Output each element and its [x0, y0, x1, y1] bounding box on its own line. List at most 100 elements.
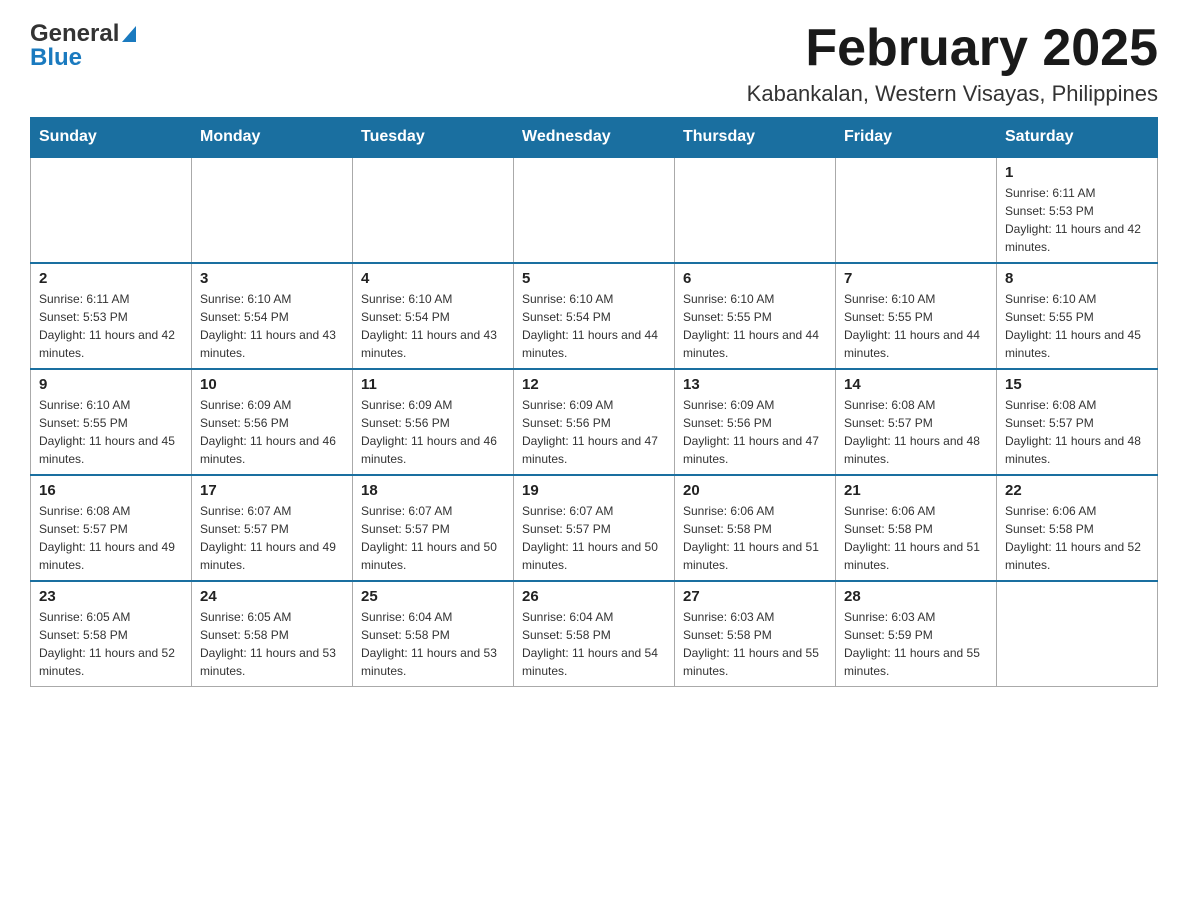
calendar-day-cell: 25 Sunrise: 6:04 AMSunset: 5:58 PMDayligh…: [353, 581, 514, 687]
calendar-day-cell: 15 Sunrise: 6:08 AMSunset: 5:57 PMDayligh…: [997, 369, 1158, 475]
day-detail: Sunrise: 6:10 AMSunset: 5:54 PMDaylight:…: [361, 290, 505, 362]
day-number: 24: [200, 588, 344, 605]
month-title: February 2025: [747, 20, 1158, 77]
day-number: 3: [200, 270, 344, 287]
calendar-day-cell: 17 Sunrise: 6:07 AMSunset: 5:57 PMDayligh…: [192, 475, 353, 581]
calendar-week-row: 23Sunrise: 6:05 AMSunset: 5:58 PMDayligh…: [31, 581, 1158, 687]
day-number: 9: [39, 376, 183, 393]
day-number: 10: [200, 376, 344, 393]
day-number: 5: [522, 270, 666, 287]
day-number: 20: [683, 482, 827, 499]
day-detail: Sunrise: 6:07 AMSunset: 5:57 PMDaylight:…: [522, 502, 666, 574]
calendar-day-cell: 5 Sunrise: 6:10 AMSunset: 5:54 PMDaylight…: [514, 263, 675, 369]
day-detail: Sunrise: 6:05 AMSunset: 5:58 PMDaylight:…: [39, 608, 183, 680]
day-number: 8: [1005, 270, 1149, 287]
calendar-day-cell: 18 Sunrise: 6:07 AMSunset: 5:57 PMDayligh…: [353, 475, 514, 581]
day-number: 15: [1005, 376, 1149, 393]
calendar-header-saturday: Saturday: [997, 118, 1158, 158]
calendar-day-cell: [192, 157, 353, 263]
day-detail: Sunrise: 6:08 AMSunset: 5:57 PMDaylight:…: [39, 502, 183, 574]
page-header: General Blue February 2025 Kabankalan, W…: [30, 20, 1158, 107]
day-number: 1: [1005, 164, 1149, 181]
day-detail: Sunrise: 6:08 AMSunset: 5:57 PMDaylight:…: [1005, 396, 1149, 468]
calendar-header-thursday: Thursday: [675, 118, 836, 158]
day-detail: Sunrise: 6:10 AMSunset: 5:55 PMDaylight:…: [683, 290, 827, 362]
calendar-day-cell: [997, 581, 1158, 687]
location-subtitle: Kabankalan, Western Visayas, Philippines: [747, 81, 1158, 107]
calendar-day-cell: 22Sunrise: 6:06 AMSunset: 5:58 PMDayligh…: [997, 475, 1158, 581]
day-number: 6: [683, 270, 827, 287]
calendar-day-cell: 11 Sunrise: 6:09 AMSunset: 5:56 PMDayligh…: [353, 369, 514, 475]
calendar-day-cell: 21Sunrise: 6:06 AMSunset: 5:58 PMDayligh…: [836, 475, 997, 581]
calendar-day-cell: 12Sunrise: 6:09 AMSunset: 5:56 PMDayligh…: [514, 369, 675, 475]
day-number: 17: [200, 482, 344, 499]
day-detail: Sunrise: 6:11 AMSunset: 5:53 PMDaylight:…: [1005, 184, 1149, 256]
calendar-header-friday: Friday: [836, 118, 997, 158]
calendar-day-cell: [836, 157, 997, 263]
calendar-week-row: 9 Sunrise: 6:10 AMSunset: 5:55 PMDaylight…: [31, 369, 1158, 475]
calendar-day-cell: 7 Sunrise: 6:10 AMSunset: 5:55 PMDaylight…: [836, 263, 997, 369]
calendar-week-row: 16 Sunrise: 6:08 AMSunset: 5:57 PMDayligh…: [31, 475, 1158, 581]
day-detail: Sunrise: 6:05 AMSunset: 5:58 PMDaylight:…: [200, 608, 344, 680]
calendar-day-cell: 27 Sunrise: 6:03 AMSunset: 5:58 PMDayligh…: [675, 581, 836, 687]
day-detail: Sunrise: 6:08 AMSunset: 5:57 PMDaylight:…: [844, 396, 988, 468]
logo-triangle-icon: [122, 26, 136, 47]
calendar-week-row: 1 Sunrise: 6:11 AMSunset: 5:53 PMDaylight…: [31, 157, 1158, 263]
day-detail: Sunrise: 6:09 AMSunset: 5:56 PMDaylight:…: [683, 396, 827, 468]
calendar-header-row: SundayMondayTuesdayWednesdayThursdayFrid…: [31, 118, 1158, 158]
calendar-day-cell: 4 Sunrise: 6:10 AMSunset: 5:54 PMDaylight…: [353, 263, 514, 369]
day-detail: Sunrise: 6:03 AMSunset: 5:59 PMDaylight:…: [844, 608, 988, 680]
day-number: 26: [522, 588, 666, 605]
calendar-day-cell: 28Sunrise: 6:03 AMSunset: 5:59 PMDayligh…: [836, 581, 997, 687]
day-detail: Sunrise: 6:07 AMSunset: 5:57 PMDaylight:…: [200, 502, 344, 574]
day-detail: Sunrise: 6:07 AMSunset: 5:57 PMDaylight:…: [361, 502, 505, 574]
day-number: 18: [361, 482, 505, 499]
day-number: 11: [361, 376, 505, 393]
calendar-day-cell: 19Sunrise: 6:07 AMSunset: 5:57 PMDayligh…: [514, 475, 675, 581]
calendar-header-tuesday: Tuesday: [353, 118, 514, 158]
calendar-week-row: 2Sunrise: 6:11 AMSunset: 5:53 PMDaylight…: [31, 263, 1158, 369]
calendar-day-cell: 3 Sunrise: 6:10 AMSunset: 5:54 PMDaylight…: [192, 263, 353, 369]
calendar-day-cell: 1 Sunrise: 6:11 AMSunset: 5:53 PMDaylight…: [997, 157, 1158, 263]
day-number: 4: [361, 270, 505, 287]
calendar-day-cell: 20 Sunrise: 6:06 AMSunset: 5:58 PMDayligh…: [675, 475, 836, 581]
calendar-header-sunday: Sunday: [31, 118, 192, 158]
day-detail: Sunrise: 6:09 AMSunset: 5:56 PMDaylight:…: [361, 396, 505, 468]
calendar-day-cell: 26 Sunrise: 6:04 AMSunset: 5:58 PMDayligh…: [514, 581, 675, 687]
calendar-day-cell: 14 Sunrise: 6:08 AMSunset: 5:57 PMDayligh…: [836, 369, 997, 475]
day-detail: Sunrise: 6:03 AMSunset: 5:58 PMDaylight:…: [683, 608, 827, 680]
day-number: 25: [361, 588, 505, 605]
day-number: 27: [683, 588, 827, 605]
calendar-day-cell: [514, 157, 675, 263]
calendar-header-wednesday: Wednesday: [514, 118, 675, 158]
day-number: 14: [844, 376, 988, 393]
day-detail: Sunrise: 6:04 AMSunset: 5:58 PMDaylight:…: [522, 608, 666, 680]
calendar-day-cell: 8 Sunrise: 6:10 AMSunset: 5:55 PMDaylight…: [997, 263, 1158, 369]
day-detail: Sunrise: 6:06 AMSunset: 5:58 PMDaylight:…: [844, 502, 988, 574]
title-block: February 2025 Kabankalan, Western Visaya…: [747, 20, 1158, 107]
day-detail: Sunrise: 6:09 AMSunset: 5:56 PMDaylight:…: [522, 396, 666, 468]
calendar-day-cell: 24 Sunrise: 6:05 AMSunset: 5:58 PMDayligh…: [192, 581, 353, 687]
calendar-day-cell: [31, 157, 192, 263]
logo-blue-text: Blue: [30, 44, 82, 72]
day-detail: Sunrise: 6:04 AMSunset: 5:58 PMDaylight:…: [361, 608, 505, 680]
calendar-day-cell: 2Sunrise: 6:11 AMSunset: 5:53 PMDaylight…: [31, 263, 192, 369]
day-detail: Sunrise: 6:10 AMSunset: 5:55 PMDaylight:…: [39, 396, 183, 468]
calendar-day-cell: 23Sunrise: 6:05 AMSunset: 5:58 PMDayligh…: [31, 581, 192, 687]
calendar-day-cell: [675, 157, 836, 263]
day-detail: Sunrise: 6:10 AMSunset: 5:54 PMDaylight:…: [522, 290, 666, 362]
day-number: 22: [1005, 482, 1149, 499]
day-number: 7: [844, 270, 988, 287]
calendar-day-cell: 10 Sunrise: 6:09 AMSunset: 5:56 PMDayligh…: [192, 369, 353, 475]
calendar-header-monday: Monday: [192, 118, 353, 158]
day-detail: Sunrise: 6:10 AMSunset: 5:55 PMDaylight:…: [1005, 290, 1149, 362]
calendar-table: SundayMondayTuesdayWednesdayThursdayFrid…: [30, 117, 1158, 687]
logo: General Blue: [30, 20, 136, 72]
day-number: 16: [39, 482, 183, 499]
day-detail: Sunrise: 6:09 AMSunset: 5:56 PMDaylight:…: [200, 396, 344, 468]
day-detail: Sunrise: 6:06 AMSunset: 5:58 PMDaylight:…: [683, 502, 827, 574]
calendar-day-cell: 9 Sunrise: 6:10 AMSunset: 5:55 PMDaylight…: [31, 369, 192, 475]
day-detail: Sunrise: 6:10 AMSunset: 5:54 PMDaylight:…: [200, 290, 344, 362]
calendar-day-cell: [353, 157, 514, 263]
day-detail: Sunrise: 6:10 AMSunset: 5:55 PMDaylight:…: [844, 290, 988, 362]
